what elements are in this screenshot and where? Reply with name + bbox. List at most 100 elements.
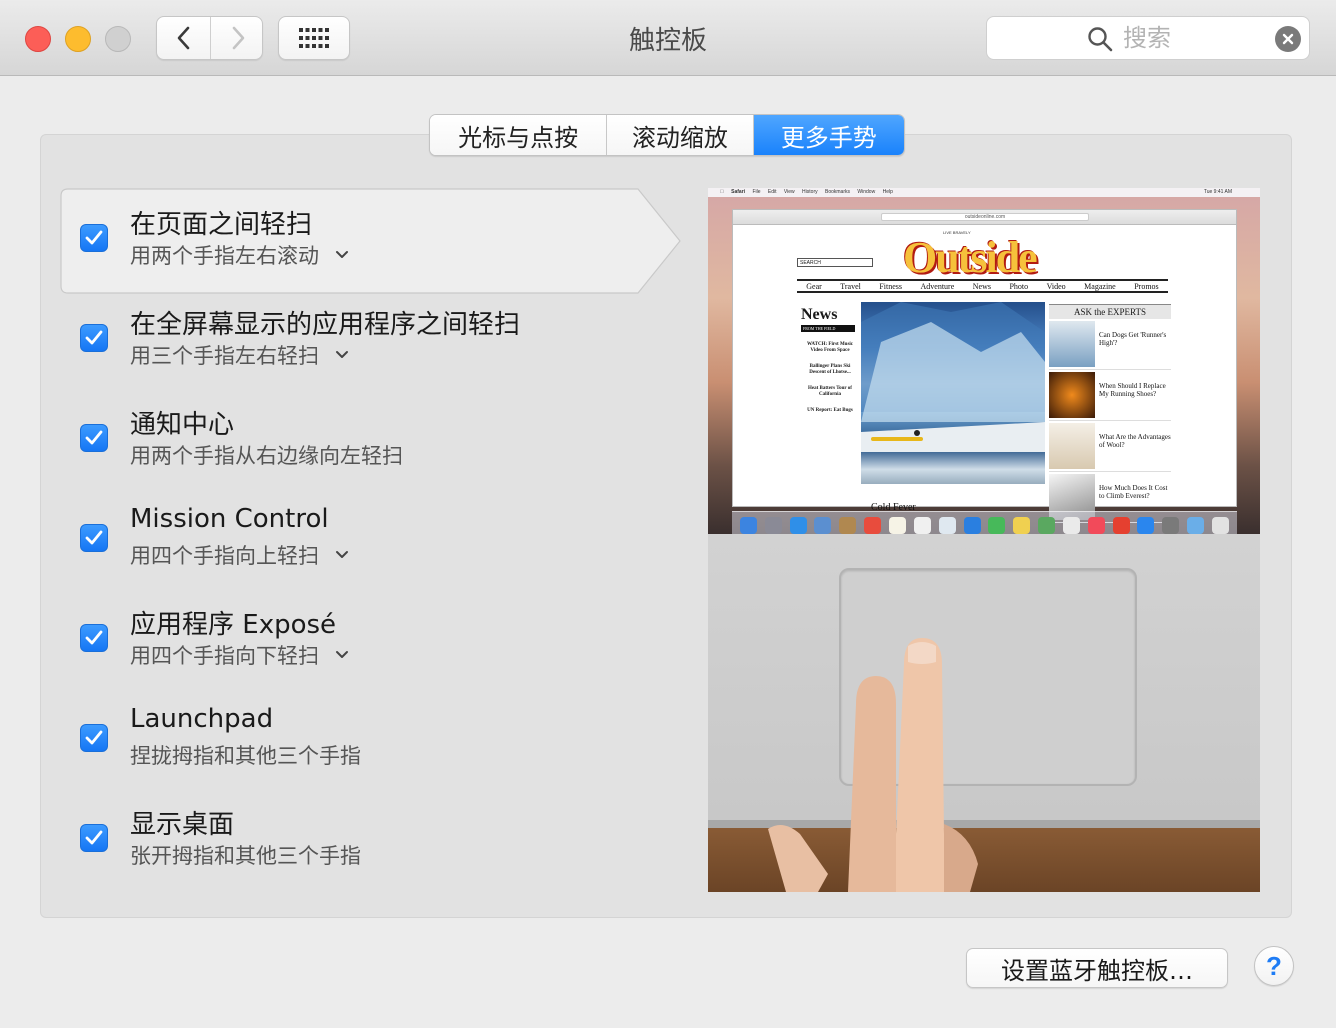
tab-point-and-click[interactable]: 光标与点按: [430, 115, 607, 155]
gesture-row-app-expose[interactable]: 应用程序 Exposé 用四个手指向下轻扫: [80, 586, 640, 676]
clear-circle-icon: [1282, 33, 1294, 45]
dog-thumbnail: [1049, 321, 1095, 367]
checkbox[interactable]: [80, 324, 108, 352]
news-item: Ballinger Plans Ski Descent of Lhotse...: [809, 364, 851, 375]
preview-desktop: outsideonline.com LIVE BRAVELY Outside S…: [708, 197, 1260, 539]
zoom-window-button: [105, 26, 131, 52]
checkbox[interactable]: [80, 224, 108, 252]
chevron-down-icon: [335, 350, 349, 360]
gesture-title: 在页面之间轻扫: [130, 210, 313, 240]
hand-icon: [768, 638, 978, 892]
tab-bar: 光标与点按 滚动缩放 更多手势: [429, 114, 905, 156]
gesture-option-label: 用四个手指向下轻扫: [130, 644, 319, 668]
show-all-button[interactable]: [278, 16, 350, 60]
gesture-description: 用两个手指从右边缘向左轻扫: [130, 440, 403, 470]
experts-heading: ASK the EXPERTS: [1049, 304, 1171, 319]
help-button[interactable]: ?: [1254, 946, 1294, 986]
chevron-down-icon: [335, 550, 349, 560]
back-forward-group: [156, 16, 263, 60]
menu-label: File: [747, 189, 760, 195]
site-experts-column: ASK the EXPERTS Can Dogs Get 'Runner's H…: [1049, 304, 1171, 523]
search-input[interactable]: [1123, 22, 1243, 54]
window-title: 触控板: [628, 26, 707, 56]
gesture-description: 张开拇指和其他三个手指: [130, 840, 361, 870]
news-item: WATCH: First Music Video From Space: [806, 342, 853, 353]
checkmark-icon: [85, 730, 103, 745]
gesture-option-menu[interactable]: 用四个手指向下轻扫: [130, 640, 349, 670]
preview-laptop-base: [708, 534, 1260, 892]
checkbox[interactable]: [80, 824, 108, 852]
experts-item-title: Can Dogs Get 'Runner's High'?: [1099, 331, 1167, 347]
search-field[interactable]: [986, 16, 1310, 60]
news-item: Heat Batters Tour of California: [808, 386, 852, 397]
gesture-option-menu[interactable]: 用三个手指左右轻扫: [130, 340, 349, 370]
preview-browser-window: outsideonline.com LIVE BRAVELY Outside S…: [732, 209, 1237, 523]
chevron-down-icon: [335, 250, 349, 260]
menubar-clock: Tue 9:41 AM: [1203, 189, 1232, 195]
checkbox[interactable]: [80, 724, 108, 752]
menu-label: View: [778, 189, 795, 195]
experts-item: Can Dogs Get 'Runner's High'?: [1049, 321, 1171, 370]
tab-scroll-and-zoom[interactable]: 滚动缩放: [606, 115, 753, 155]
news-heading: News: [801, 306, 838, 323]
site-search-box: SEARCH: [797, 258, 873, 267]
news-item: UN Report: Eat Bugs: [807, 408, 853, 413]
preview-browser-toolbar: outsideonline.com: [733, 210, 1236, 225]
close-window-button[interactable]: [25, 26, 51, 52]
menu-label: Window: [852, 189, 875, 195]
experts-item: When Should I Replace My Running Shoes?: [1049, 372, 1171, 421]
site-nav-item: News: [972, 281, 991, 291]
forward-button: [211, 17, 264, 59]
gesture-title: 显示桌面: [130, 810, 235, 840]
gesture-option-label: 用四个手指向上轻扫: [130, 544, 319, 568]
search-icon: [1088, 27, 1113, 52]
experts-item: What Are the Advantages of Wool?: [1049, 423, 1171, 472]
clear-search-button[interactable]: [1275, 26, 1301, 52]
shoe-thumbnail: [1049, 372, 1095, 418]
checkbox[interactable]: [80, 624, 108, 652]
checkmark-icon: [85, 330, 103, 345]
site-logo: Outside: [903, 233, 1038, 282]
gesture-title: 通知中心: [130, 410, 235, 440]
gesture-option-label: 用三个手指左右轻扫: [130, 344, 319, 368]
setup-bluetooth-trackpad-button[interactable]: 设置蓝牙触控板…: [966, 948, 1228, 988]
experts-item-title: When Should I Replace My Running Shoes?: [1099, 382, 1166, 398]
gesture-option-label: 捏拢拇指和其他三个手指: [130, 744, 361, 768]
minimize-window-button[interactable]: [65, 26, 91, 52]
sheep-thumbnail: [1049, 423, 1095, 469]
chevron-down-icon: [335, 650, 349, 660]
site-nav-item: Travel: [840, 281, 861, 291]
gesture-option-label: 张开拇指和其他三个手指: [130, 844, 361, 868]
gesture-title: 应用程序 Exposé: [130, 610, 337, 640]
gesture-title: Mission Control: [130, 504, 329, 534]
gesture-option-menu[interactable]: 用四个手指向上轻扫: [130, 540, 349, 570]
menu-label: Help: [877, 189, 893, 195]
gesture-row-notification-center[interactable]: 通知中心 用两个手指从右边缘向左轻扫: [80, 386, 640, 476]
gesture-option-label: 用两个手指从右边缘向左轻扫: [130, 444, 403, 468]
preview-menubar:  Safari File Edit View History Bookmark…: [708, 188, 1260, 197]
site-nav-item: Adventure: [920, 281, 955, 291]
gesture-title: 在全屏幕显示的应用程序之间轻扫: [130, 310, 521, 340]
gesture-option-menu[interactable]: 用两个手指左右滚动: [130, 240, 349, 270]
checkmark-icon: [85, 230, 103, 245]
gesture-row-swipe-between-pages[interactable]: 在页面之间轻扫 用两个手指左右滚动: [80, 186, 640, 276]
checkbox[interactable]: [80, 424, 108, 452]
checkmark-icon: [85, 830, 103, 845]
gesture-row-swipe-between-fullscreen-apps[interactable]: 在全屏幕显示的应用程序之间轻扫 用三个手指左右轻扫: [80, 286, 640, 376]
experts-item-title: What Are the Advantages of Wool?: [1099, 433, 1171, 449]
site-feature-image: [861, 302, 1045, 484]
title-bar: 触控板: [0, 0, 1336, 76]
gesture-option-label: 用两个手指左右滚动: [130, 244, 319, 268]
gesture-row-launchpad[interactable]: Launchpad 捏拢拇指和其他三个手指: [80, 686, 640, 776]
tab-more-gestures[interactable]: 更多手势: [752, 115, 904, 155]
menu-label: History: [796, 189, 818, 195]
gesture-preview-video:  Safari File Edit View History Bookmark…: [708, 188, 1260, 892]
checkbox[interactable]: [80, 524, 108, 552]
back-button[interactable]: [157, 17, 210, 59]
gesture-title: Launchpad: [130, 704, 274, 734]
gesture-row-show-desktop[interactable]: 显示桌面 张开拇指和其他三个手指: [80, 786, 640, 876]
site-nav-item: Magazine: [1084, 281, 1116, 291]
gesture-row-mission-control[interactable]: Mission Control 用四个手指向上轻扫: [80, 486, 640, 576]
chevron-left-icon: [177, 26, 189, 50]
checkmark-icon: [85, 530, 103, 545]
